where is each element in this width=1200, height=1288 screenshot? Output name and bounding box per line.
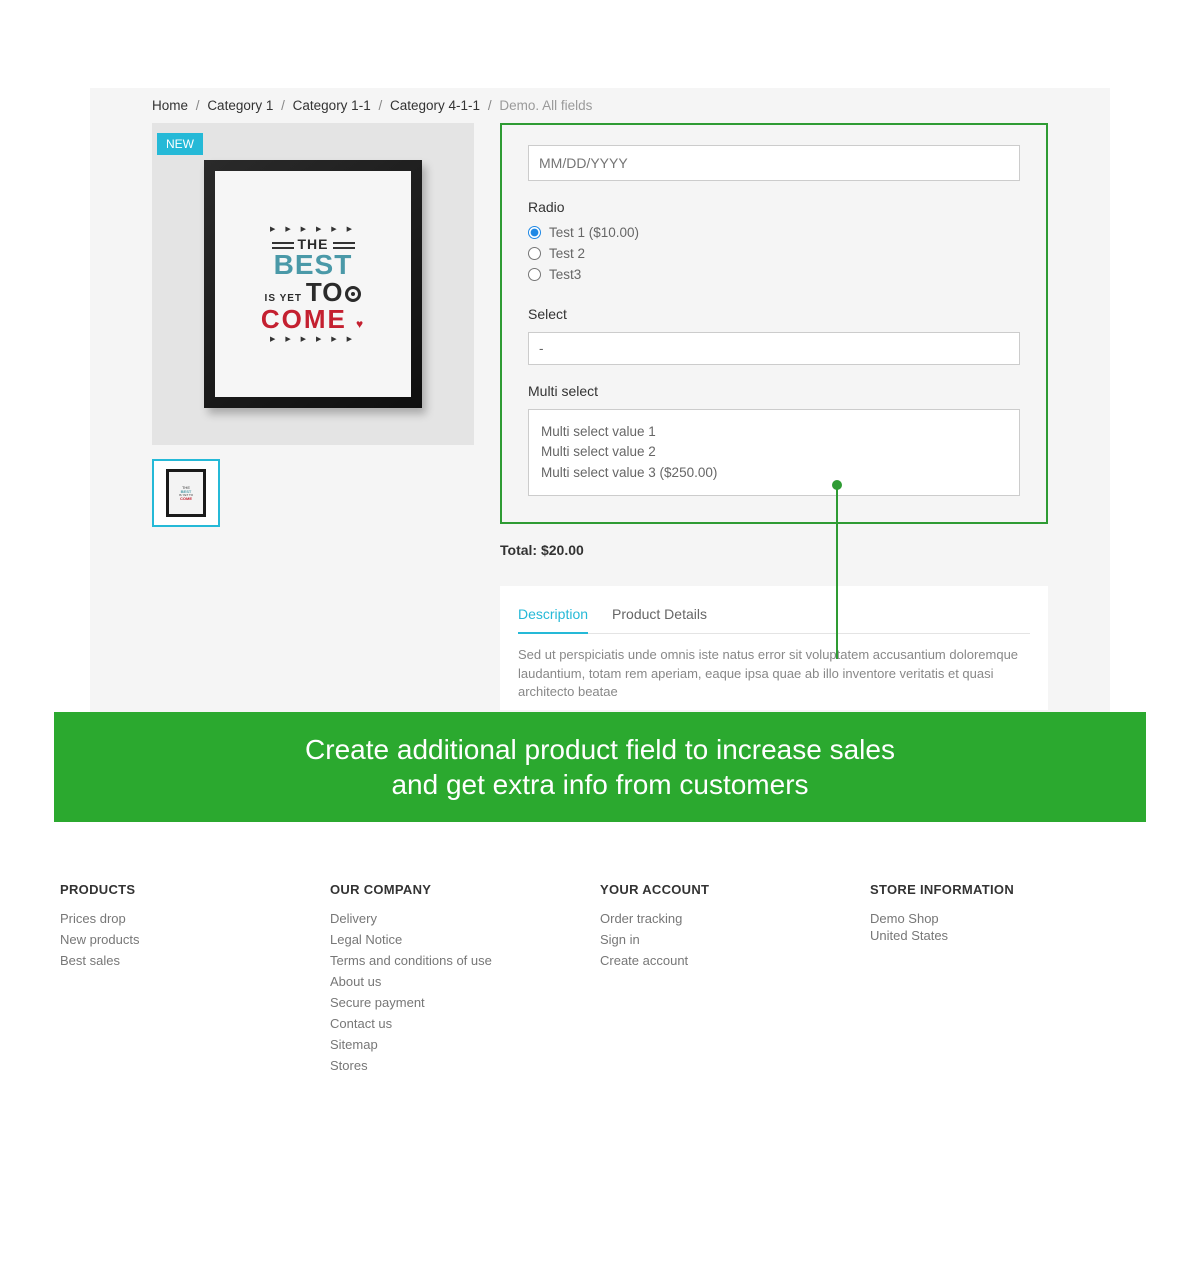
multiselect-option[interactable]: Multi select value 1 bbox=[541, 422, 1007, 442]
callout-line-2: and get extra info from customers bbox=[94, 767, 1106, 802]
callout-line-1: Create additional product field to incre… bbox=[94, 732, 1106, 767]
date-input[interactable] bbox=[528, 145, 1020, 181]
footer-company-col: OUR COMPANY Delivery Legal Notice Terms … bbox=[330, 882, 600, 1079]
multiselect-box[interactable]: Multi select value 1 Multi select value … bbox=[528, 409, 1020, 496]
footer-link-sitemap[interactable]: Sitemap bbox=[330, 1037, 600, 1052]
breadcrumb-separator: / bbox=[281, 98, 285, 113]
radio-option-label: Test3 bbox=[549, 267, 581, 282]
radio-option-label: Test 1 ($10.00) bbox=[549, 225, 639, 240]
radio-option-3[interactable]: Test3 bbox=[528, 267, 1020, 282]
footer-link-terms[interactable]: Terms and conditions of use bbox=[330, 953, 600, 968]
decorative-triangles: ▶ ▶ ▶ ▶ ▶ ▶ bbox=[243, 335, 383, 343]
poster-text-best: BEST bbox=[243, 252, 383, 277]
radio-input[interactable] bbox=[528, 226, 541, 239]
custom-fields-highlight: Radio Test 1 ($10.00) Test 2 Test3 Selec… bbox=[500, 123, 1048, 524]
radio-option-label: Test 2 bbox=[549, 246, 585, 261]
select-label: Select bbox=[528, 306, 1020, 322]
product-gallery: NEW ▶ ▶ ▶ ▶ ▶ ▶ THE BEST IS YET TO COME … bbox=[152, 123, 474, 710]
breadcrumb-category-4-1-1[interactable]: Category 4-1-1 bbox=[390, 98, 480, 113]
footer-link-about[interactable]: About us bbox=[330, 974, 600, 989]
footer-link-sign-in[interactable]: Sign in bbox=[600, 932, 870, 947]
footer-link-prices-drop[interactable]: Prices drop bbox=[60, 911, 330, 926]
multiselect-option[interactable]: Multi select value 2 bbox=[541, 442, 1007, 462]
radio-option-1[interactable]: Test 1 ($10.00) bbox=[528, 225, 1020, 240]
footer-link-delivery[interactable]: Delivery bbox=[330, 911, 600, 926]
multiselect-label: Multi select bbox=[528, 383, 1020, 399]
footer-link-create-account[interactable]: Create account bbox=[600, 953, 870, 968]
product-options: Radio Test 1 ($10.00) Test 2 Test3 Selec… bbox=[500, 123, 1048, 710]
footer-link-legal[interactable]: Legal Notice bbox=[330, 932, 600, 947]
footer-link-best-sales[interactable]: Best sales bbox=[60, 953, 330, 968]
footer-link-new-products[interactable]: New products bbox=[60, 932, 330, 947]
breadcrumb-category-1[interactable]: Category 1 bbox=[207, 98, 273, 113]
promo-callout: Create additional product field to incre… bbox=[54, 712, 1146, 822]
tab-description[interactable]: Description bbox=[518, 598, 588, 634]
tab-product-details[interactable]: Product Details bbox=[612, 598, 707, 633]
description-content: Sed ut perspiciatis unde omnis iste natu… bbox=[518, 634, 1030, 703]
poster-frame: ▶ ▶ ▶ ▶ ▶ ▶ THE BEST IS YET TO COME ♥ ▶ … bbox=[204, 160, 422, 408]
breadcrumb: Home / Category 1 / Category 1-1 / Categ… bbox=[90, 88, 1110, 123]
store-name: Demo Shop bbox=[870, 911, 1140, 926]
page-content: Home / Category 1 / Category 1-1 / Categ… bbox=[90, 88, 1110, 822]
decorative-triangles: ▶ ▶ ▶ ▶ ▶ ▶ bbox=[243, 225, 383, 233]
store-country: United States bbox=[870, 928, 1140, 943]
breadcrumb-category-1-1[interactable]: Category 1-1 bbox=[293, 98, 371, 113]
footer-link-stores[interactable]: Stores bbox=[330, 1058, 600, 1073]
footer-heading: PRODUCTS bbox=[60, 882, 330, 897]
footer-link-contact[interactable]: Contact us bbox=[330, 1016, 600, 1031]
total-price: Total: $20.00 bbox=[500, 542, 1048, 558]
footer-account-col: YOUR ACCOUNT Order tracking Sign in Crea… bbox=[600, 882, 870, 1079]
footer-products-col: PRODUCTS Prices drop New products Best s… bbox=[60, 882, 330, 1079]
poster-text-isyet: IS YET bbox=[265, 293, 303, 304]
breadcrumb-separator: / bbox=[196, 98, 200, 113]
footer-heading: STORE INFORMATION bbox=[870, 882, 1140, 897]
select-dropdown[interactable]: - bbox=[528, 332, 1020, 365]
product-main-image[interactable]: NEW ▶ ▶ ▶ ▶ ▶ ▶ THE BEST IS YET TO COME … bbox=[152, 123, 474, 445]
footer-link-secure-payment[interactable]: Secure payment bbox=[330, 995, 600, 1010]
product-thumbnail[interactable]: THE BEST IS YET TO COME bbox=[152, 459, 220, 527]
footer-heading: YOUR ACCOUNT bbox=[600, 882, 870, 897]
breadcrumb-separator: / bbox=[488, 98, 492, 113]
connector-line bbox=[836, 485, 838, 659]
radio-option-2[interactable]: Test 2 bbox=[528, 246, 1020, 261]
footer-link-order-tracking[interactable]: Order tracking bbox=[600, 911, 870, 926]
footer-store-info-col: STORE INFORMATION Demo Shop United State… bbox=[870, 882, 1140, 1079]
breadcrumb-current: Demo. All fields bbox=[499, 98, 592, 113]
breadcrumb-separator: / bbox=[378, 98, 382, 113]
breadcrumb-home[interactable]: Home bbox=[152, 98, 188, 113]
poster-text-come: COME ♥ bbox=[243, 308, 383, 331]
new-badge: NEW bbox=[157, 133, 203, 155]
radio-input[interactable] bbox=[528, 247, 541, 260]
footer-heading: OUR COMPANY bbox=[330, 882, 600, 897]
radio-input[interactable] bbox=[528, 268, 541, 281]
multiselect-option[interactable]: Multi select value 3 ($250.00) bbox=[541, 463, 1007, 483]
footer: PRODUCTS Prices drop New products Best s… bbox=[0, 822, 1200, 1079]
product-tabs: Description Product Details Sed ut persp… bbox=[500, 586, 1048, 711]
radio-group-label: Radio bbox=[528, 199, 1020, 215]
